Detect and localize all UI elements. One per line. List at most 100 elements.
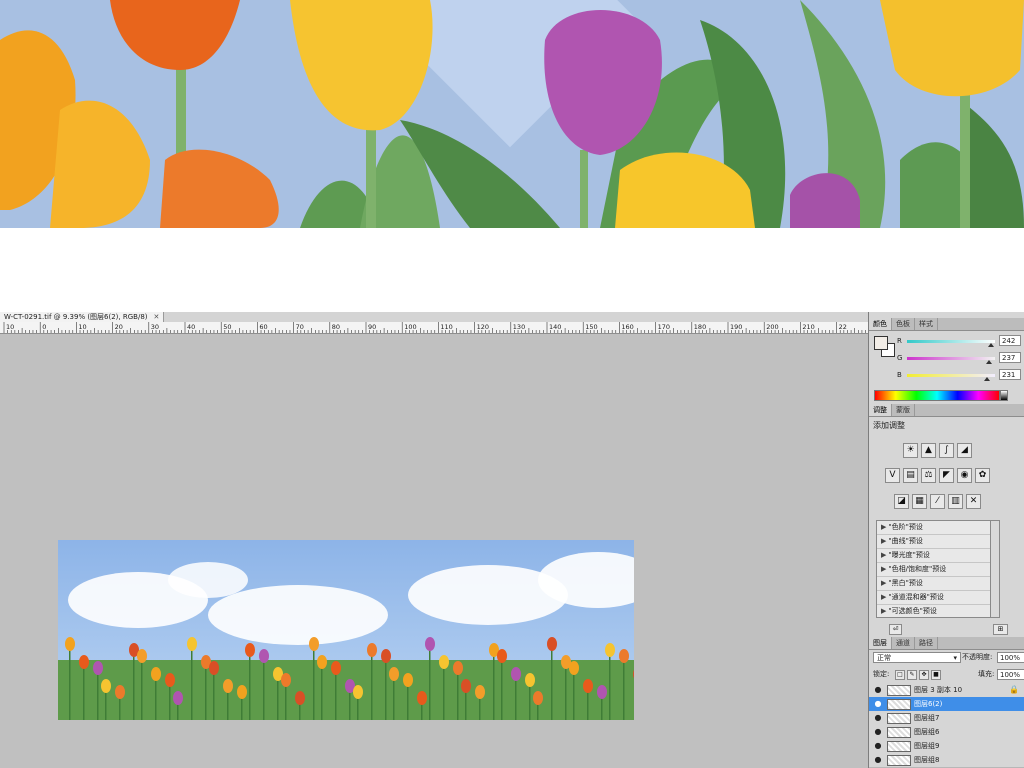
- photo-filter-icon[interactable]: ◉: [957, 468, 972, 483]
- tab-swatches[interactable]: 色板: [892, 318, 915, 330]
- tab-paths[interactable]: 路径: [915, 637, 938, 649]
- expand-arrow-icon[interactable]: ▶: [881, 551, 886, 559]
- expand-arrow-icon[interactable]: ▶: [881, 593, 886, 601]
- blue-slider[interactable]: B 231: [897, 369, 1021, 383]
- layer-name[interactable]: 图层组9: [914, 739, 939, 753]
- green-knob[interactable]: [985, 360, 992, 364]
- channel-mixer-icon[interactable]: ✿: [975, 468, 990, 483]
- expand-arrow-icon[interactable]: ▶: [881, 565, 886, 573]
- blend-mode-select[interactable]: 正常 ▾: [873, 652, 961, 663]
- layer-name[interactable]: 图层组6: [914, 725, 939, 739]
- green-value[interactable]: 237: [999, 352, 1021, 363]
- brightness-contrast-icon[interactable]: ☀: [903, 443, 918, 458]
- visibility-eye-icon[interactable]: ●: [872, 753, 884, 767]
- layer-row[interactable]: ● 图层 3 副本 10 🔒: [869, 683, 1024, 698]
- tulip-flower: [403, 673, 413, 687]
- tab-adjustments[interactable]: 调整: [869, 404, 892, 416]
- preset-item[interactable]: ▶ "通道混和器"预设: [877, 591, 991, 605]
- exposure-icon[interactable]: ◢: [957, 443, 972, 458]
- tulip-stem: [249, 654, 251, 720]
- gradient-map-icon[interactable]: ▥: [948, 494, 963, 509]
- lock-position-icon[interactable]: ✥: [919, 670, 929, 680]
- tab-styles[interactable]: 样式: [915, 318, 938, 330]
- color-spectrum[interactable]: [874, 390, 1000, 401]
- tulip-stem: [97, 672, 99, 720]
- black-white-icon[interactable]: ◤: [939, 468, 954, 483]
- blue-knob[interactable]: [983, 377, 990, 381]
- tulip-flower: [151, 667, 161, 681]
- tulip-stem: [349, 690, 351, 720]
- tab-color[interactable]: 颜色: [869, 318, 892, 330]
- vibrance-icon[interactable]: V: [885, 468, 900, 483]
- green-track[interactable]: [907, 357, 995, 360]
- foreground-color-swatch[interactable]: [874, 336, 888, 350]
- layer-name[interactable]: 图层 3 副本 10: [914, 683, 962, 697]
- tab-masks[interactable]: 蒙版: [892, 404, 915, 416]
- hue-saturation-icon[interactable]: ▤: [903, 468, 918, 483]
- invert-icon[interactable]: ◪: [894, 494, 909, 509]
- blue-value[interactable]: 231: [999, 369, 1021, 380]
- ruler-label: 200: [766, 323, 778, 331]
- expand-arrow-icon[interactable]: ▶: [881, 537, 886, 545]
- visibility-eye-icon[interactable]: ●: [872, 739, 884, 753]
- preset-item[interactable]: ▶ "可选颜色"预设: [877, 605, 991, 617]
- lock-all-icon[interactable]: ■: [931, 670, 941, 680]
- preset-item[interactable]: ▶ "曲线"预设: [877, 535, 991, 549]
- preset-scrollbar[interactable]: [990, 520, 1000, 618]
- document-tab[interactable]: W-CT-0291.tif @ 9.39% (图层6(2), RGB/8) ✕: [0, 312, 165, 322]
- grayscale-ramp[interactable]: [1000, 390, 1008, 401]
- expand-arrow-icon[interactable]: ▶: [881, 607, 886, 615]
- tab-layers[interactable]: 图层: [869, 637, 892, 649]
- layer-name[interactable]: 图层组8: [914, 753, 939, 767]
- layer-row[interactable]: ● 图层组8: [869, 753, 1024, 768]
- preset-item[interactable]: ▶ "黑白"预设: [877, 577, 991, 591]
- red-track[interactable]: [907, 340, 995, 343]
- visibility-eye-icon[interactable]: ●: [872, 683, 884, 697]
- tulip-flower: [425, 637, 435, 651]
- new-adjustment-icon[interactable]: ⊞: [993, 624, 1008, 635]
- visibility-eye-icon[interactable]: ●: [872, 711, 884, 725]
- lock-transparent-icon[interactable]: □: [895, 670, 905, 680]
- horizontal-ruler[interactable]: 10 0 10 20 30 40 50 60 70 80 90 100 110 120 130 140 150 1…: [0, 322, 868, 334]
- color-balance-icon[interactable]: ⚖: [921, 468, 936, 483]
- return-icon[interactable]: ⏎: [889, 624, 902, 635]
- tulip-flower: [511, 667, 521, 681]
- selective-color-icon[interactable]: ✕: [966, 494, 981, 509]
- threshold-icon[interactable]: ⁄: [930, 494, 945, 509]
- preset-item[interactable]: ▶ "色阶"预设: [877, 521, 991, 535]
- layer-row[interactable]: ● 图层组7: [869, 711, 1024, 726]
- layer-row[interactable]: ● 图层组9: [869, 739, 1024, 754]
- layer-row[interactable]: ● 图层组6: [869, 725, 1024, 740]
- curves-icon[interactable]: ∫: [939, 443, 954, 458]
- close-icon[interactable]: ✕: [154, 313, 160, 321]
- expand-arrow-icon[interactable]: ▶: [881, 579, 886, 587]
- blue-track[interactable]: [907, 374, 995, 377]
- opacity-field[interactable]: 100%: [997, 652, 1024, 663]
- red-value[interactable]: 242: [999, 335, 1021, 346]
- layer-row[interactable]: ● 图层6(2): [869, 697, 1024, 712]
- canvas-area[interactable]: [0, 334, 868, 768]
- posterize-icon[interactable]: ▦: [912, 494, 927, 509]
- ruler-label: 170: [658, 323, 670, 331]
- green-slider[interactable]: G 237: [897, 352, 1021, 366]
- preset-item[interactable]: ▶ "色相/饱和度"预设: [877, 563, 991, 577]
- document-image[interactable]: [58, 540, 634, 720]
- tulip-flower: [187, 637, 197, 651]
- red-slider[interactable]: R 242: [897, 335, 1021, 349]
- red-knob[interactable]: [987, 343, 994, 347]
- tulip-stem: [285, 684, 287, 720]
- layer-name[interactable]: 图层6(2): [914, 697, 942, 711]
- tulip-flower: [439, 655, 449, 669]
- tulip-flower: [165, 673, 175, 687]
- tab-channels[interactable]: 通道: [892, 637, 915, 649]
- lock-image-icon[interactable]: ✎: [907, 670, 917, 680]
- layer-name[interactable]: 图层组7: [914, 711, 939, 725]
- expand-arrow-icon[interactable]: ▶: [881, 523, 886, 531]
- preset-item[interactable]: ▶ "曝光度"预设: [877, 549, 991, 563]
- levels-icon[interactable]: ▲: [921, 443, 936, 458]
- tulip-stem: [335, 672, 337, 720]
- fill-field[interactable]: 100%: [997, 669, 1024, 680]
- visibility-eye-icon[interactable]: ●: [872, 725, 884, 739]
- visibility-eye-icon[interactable]: ●: [872, 697, 884, 711]
- tulip-flower: [605, 643, 615, 657]
